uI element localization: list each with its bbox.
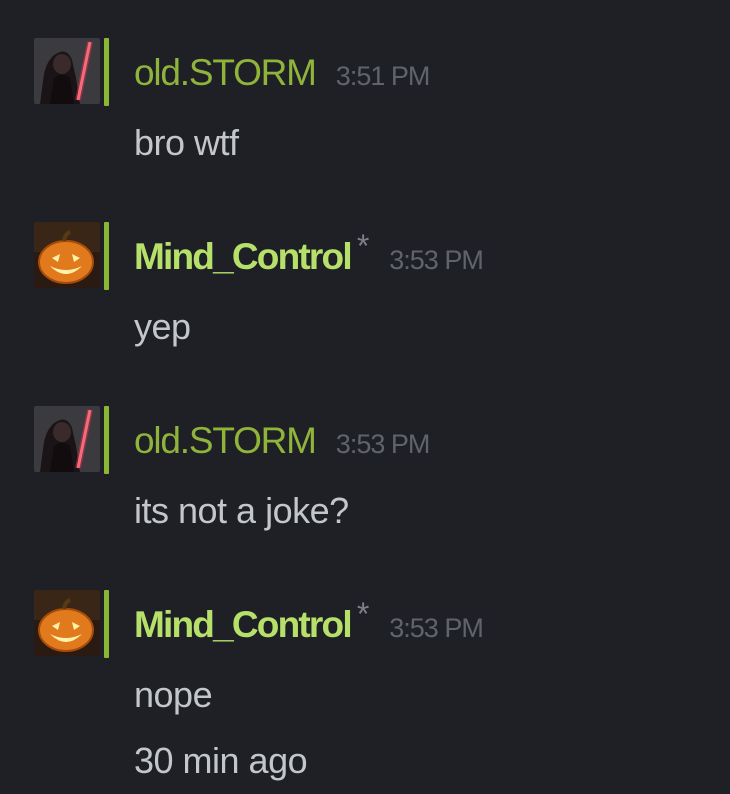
avatar[interactable] bbox=[34, 406, 110, 476]
avatar[interactable] bbox=[34, 590, 110, 660]
avatar[interactable] bbox=[34, 222, 110, 292]
message-text: bro wtf bbox=[134, 122, 239, 163]
message-timestamp: 3:51 PM bbox=[335, 61, 431, 91]
message-timestamp: 3:53 PM bbox=[389, 245, 484, 275]
ingame-status-bar bbox=[104, 590, 109, 658]
chat-log: old.STORM 3:51 PM bro wtf Mind_Control *… bbox=[0, 0, 730, 794]
sith-lightsaber-avatar-icon bbox=[34, 406, 100, 472]
message-header: old.STORM 3:53 PM bbox=[134, 420, 431, 464]
message-text: its not a joke? bbox=[134, 490, 349, 531]
message-timestamp: 3:53 PM bbox=[389, 613, 484, 643]
message-text: yep bbox=[134, 306, 191, 347]
sender-name[interactable]: old.STORM bbox=[134, 52, 317, 94]
online-status-bar bbox=[104, 38, 109, 106]
avatar[interactable] bbox=[34, 38, 110, 108]
nickname-marker: * bbox=[356, 596, 370, 632]
message-header: old.STORM 3:51 PM bbox=[134, 52, 431, 96]
online-status-bar bbox=[104, 406, 109, 474]
message-header: Mind_Control * 3:53 PM bbox=[134, 596, 484, 648]
message-timestamp: 3:53 PM bbox=[335, 429, 431, 459]
message-header: Mind_Control * 3:53 PM bbox=[134, 228, 484, 280]
pumpkin-avatar-icon bbox=[34, 222, 100, 288]
pumpkin-avatar-icon bbox=[34, 590, 100, 656]
ingame-status-bar bbox=[104, 222, 109, 290]
sender-name[interactable]: Mind_Control bbox=[134, 604, 353, 646]
nickname-marker: * bbox=[356, 228, 370, 264]
sender-name[interactable]: Mind_Control bbox=[134, 236, 353, 278]
message-text: nope bbox=[134, 674, 213, 715]
sith-lightsaber-avatar-icon bbox=[34, 38, 100, 104]
message-text: 30 min ago bbox=[134, 740, 308, 781]
sender-name[interactable]: old.STORM bbox=[134, 420, 317, 462]
